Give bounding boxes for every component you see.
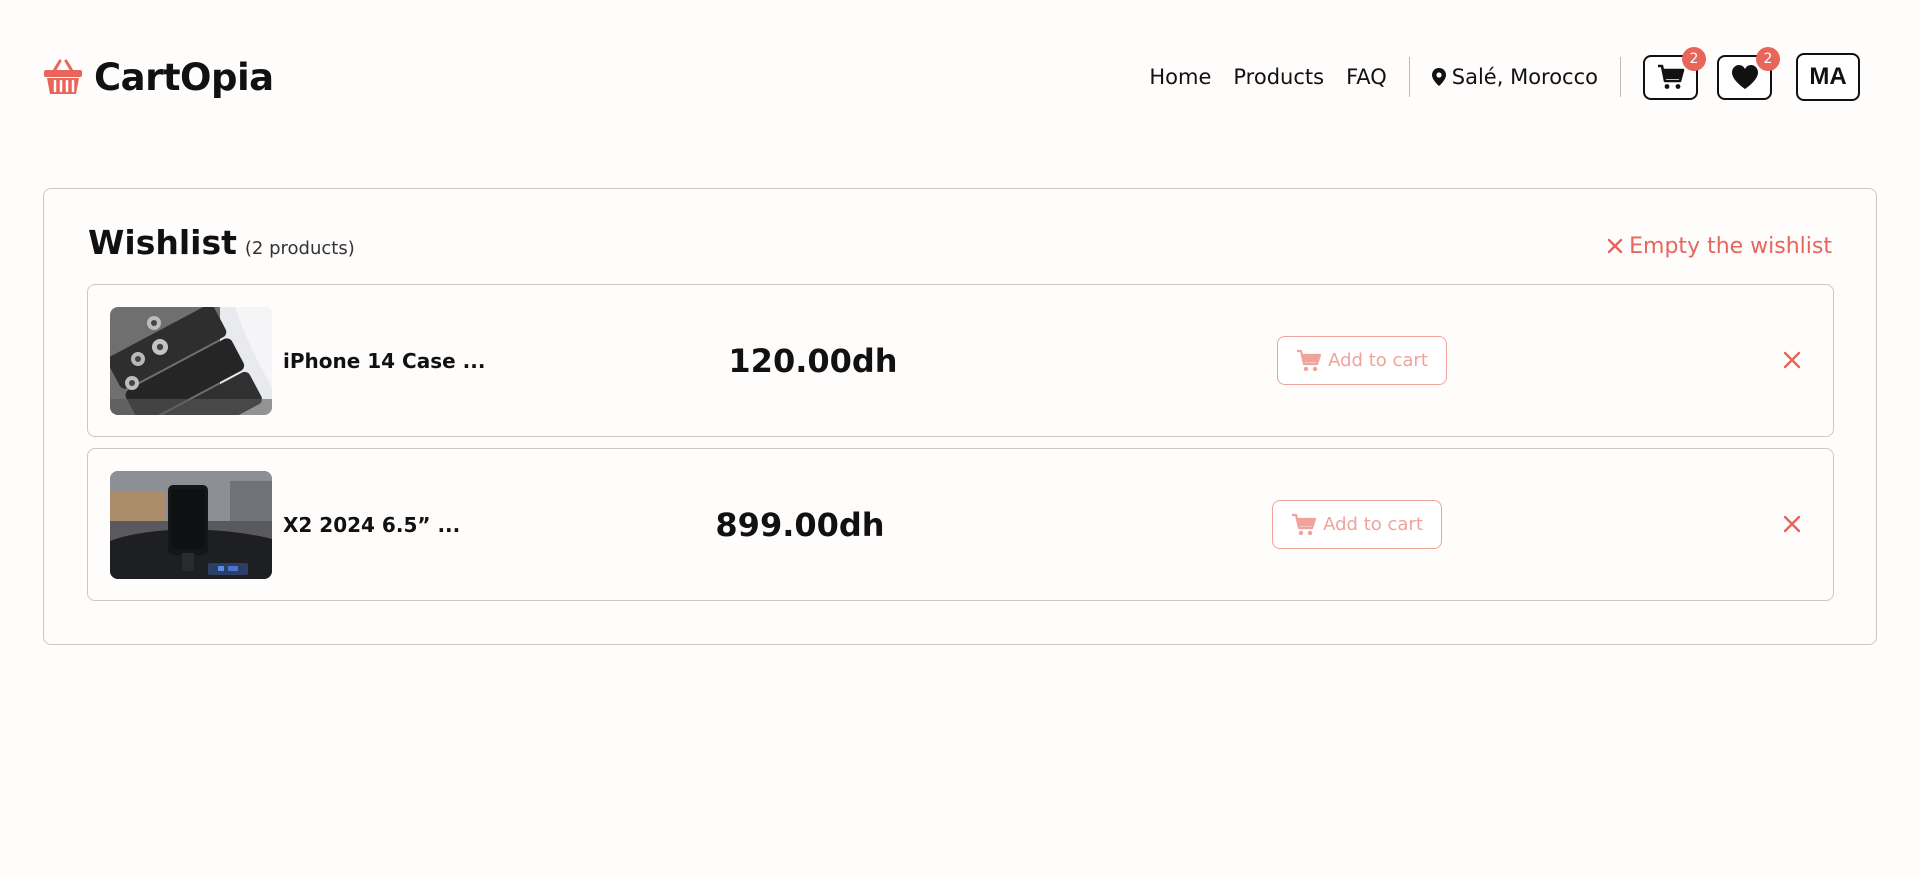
cart-icon: [1657, 64, 1684, 89]
language-button[interactable]: MA: [1796, 53, 1860, 101]
product-price: 899.00dh: [715, 505, 885, 544]
location-selector[interactable]: Salé, Morocco: [1431, 65, 1598, 89]
wishlist-item: iPhone 14 Case ... 120.00dh Add to cart: [87, 284, 1834, 437]
wishlist-title-group: Wishlist (2 products): [88, 223, 355, 262]
wishlist-title: Wishlist: [88, 223, 237, 262]
wishlist-button[interactable]: 2: [1717, 46, 1780, 100]
site-header: CartOpia Home Products FAQ Salé, Morocco…: [0, 0, 1920, 155]
cart-icon: [1297, 349, 1322, 371]
empty-wishlist-button[interactable]: Empty the wishlist: [1607, 234, 1832, 259]
add-to-cart-label: Add to cart: [1323, 514, 1423, 535]
nav-faq-link[interactable]: FAQ: [1346, 65, 1387, 89]
empty-wishlist-label: Empty the wishlist: [1629, 233, 1832, 259]
basket-icon: [44, 59, 82, 94]
add-to-cart-button[interactable]: Add to cart: [1272, 500, 1442, 549]
wishlist-item: X2 2024 6.5” ... 899.00dh Add to cart: [87, 448, 1834, 601]
cart-count-badge: 2: [1682, 46, 1706, 71]
main-nav: Home Products FAQ Salé, Morocco 2 2 MA: [1149, 46, 1860, 102]
nav-divider-2: [1620, 57, 1621, 97]
heart-icon: [1731, 65, 1758, 89]
brand-logo[interactable]: CartOpia: [42, 52, 274, 102]
cart-button[interactable]: 2: [1643, 46, 1706, 100]
product-name[interactable]: X2 2024 6.5” ...: [283, 449, 460, 600]
phone-cases-photo: [110, 307, 272, 415]
wishlist-count: (2 products): [244, 238, 355, 259]
brand-name: CartOpia: [94, 55, 274, 99]
close-icon: [1607, 238, 1623, 254]
wishlist-header: Wishlist (2 products) Empty the wishlist: [88, 223, 1832, 263]
wishlist-count-badge: 2: [1756, 46, 1780, 71]
nav-products-link[interactable]: Products: [1233, 65, 1324, 89]
close-icon: [1783, 515, 1801, 533]
remove-item-button[interactable]: [1777, 345, 1807, 375]
remove-item-button[interactable]: [1777, 509, 1807, 539]
map-pin-icon: [1431, 68, 1446, 86]
nav-divider: [1408, 57, 1410, 97]
cart-icon: [1292, 513, 1317, 535]
wishlist-panel: Wishlist (2 products) Empty the wishlist: [43, 188, 1877, 645]
car-phone-mount-photo: [110, 471, 272, 579]
product-price: 120.00dh: [728, 341, 898, 380]
product-name[interactable]: iPhone 14 Case ...: [283, 285, 485, 436]
add-to-cart-button[interactable]: Add to cart: [1277, 336, 1447, 385]
close-icon: [1783, 351, 1801, 369]
location-label: Salé, Morocco: [1451, 65, 1598, 89]
product-image[interactable]: [110, 471, 272, 579]
nav-home-link[interactable]: Home: [1149, 65, 1211, 89]
add-to-cart-label: Add to cart: [1328, 350, 1428, 371]
product-image[interactable]: [110, 307, 272, 415]
